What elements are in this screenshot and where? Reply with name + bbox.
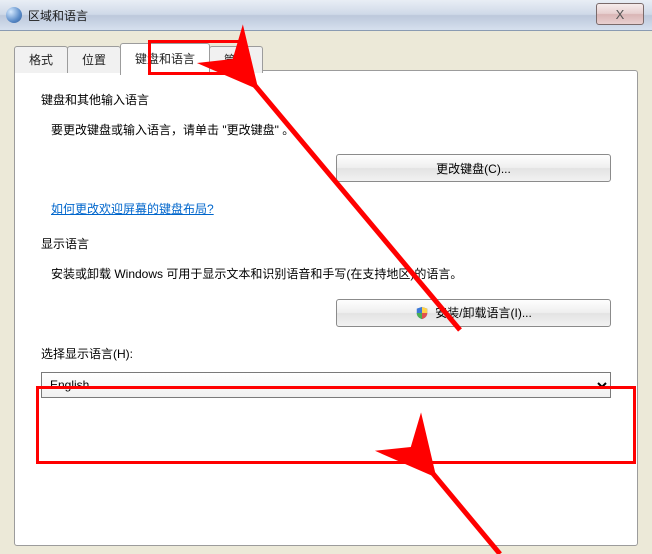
window-title: 区域和语言 bbox=[28, 7, 88, 24]
display-language-label: 选择显示语言(H): bbox=[41, 345, 611, 362]
titlebar: 区域和语言 bbox=[0, 0, 652, 31]
welcome-screen-layout-link[interactable]: 如何更改欢迎屏幕的键盘布局? bbox=[51, 202, 214, 216]
install-uninstall-label: 安装/卸载语言(I)... bbox=[435, 304, 532, 321]
install-uninstall-language-button[interactable]: 安装/卸载语言(I)... bbox=[336, 299, 611, 327]
section1-title: 键盘和其他输入语言 bbox=[41, 91, 611, 108]
globe-icon bbox=[6, 7, 22, 23]
display-language-select[interactable]: English bbox=[41, 372, 611, 398]
region-language-window: 区域和语言 X 格式 位置 键盘和语言 管理 键盘和其他输入语言 要更改键盘或输… bbox=[0, 0, 652, 554]
tab-panel: 键盘和其他输入语言 要更改键盘或输入语言，请单击 "更改键盘" 。 更改键盘(C… bbox=[14, 70, 638, 546]
tab-admin[interactable]: 管理 bbox=[209, 46, 263, 73]
section2-text: 安装或卸载 Windows 可用于显示文本和识别语音和手写(在支持地区)的语言。 bbox=[51, 264, 611, 284]
tab-location[interactable]: 位置 bbox=[67, 46, 121, 73]
section1-text: 要更改键盘或输入语言，请单击 "更改键盘" 。 bbox=[51, 120, 611, 140]
tab-format[interactable]: 格式 bbox=[14, 46, 68, 73]
close-icon: X bbox=[616, 7, 625, 22]
close-button[interactable]: X bbox=[596, 3, 644, 25]
uac-shield-icon bbox=[415, 306, 429, 320]
change-keyboard-button[interactable]: 更改键盘(C)... bbox=[336, 154, 611, 182]
section2-title: 显示语言 bbox=[41, 235, 611, 252]
change-keyboard-label: 更改键盘(C)... bbox=[436, 160, 511, 177]
tabstrip: 格式 位置 键盘和语言 管理 bbox=[14, 46, 262, 72]
tab-keyboard-language[interactable]: 键盘和语言 bbox=[120, 43, 210, 75]
